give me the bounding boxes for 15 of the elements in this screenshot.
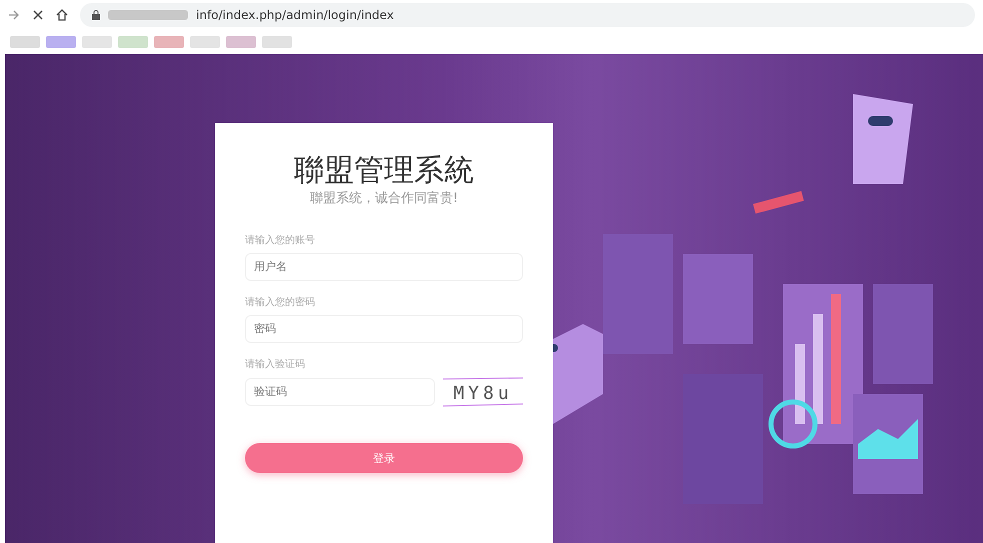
- home-icon[interactable]: [56, 9, 68, 21]
- captcha-field[interactable]: 验证码: [245, 378, 435, 406]
- field-label: 请输入验证码: [245, 358, 306, 371]
- address-bar[interactable]: info/index.php/admin/login/index: [80, 3, 975, 27]
- captcha-image: MY8u: [443, 377, 523, 407]
- close-icon[interactable]: [32, 9, 44, 21]
- lock-icon: [92, 10, 100, 20]
- field-label: 请输入您的账号: [245, 234, 316, 247]
- system-slogan: 聯盟系统，诚合作同富贵!: [308, 190, 460, 207]
- field-label: 请输入您的密码: [245, 296, 316, 309]
- password-field[interactable]: 密码: [245, 315, 523, 343]
- forward-icon[interactable]: [8, 9, 20, 21]
- username-field[interactable]: 用户名: [245, 253, 523, 281]
- system-title: 聯盟管理系統: [293, 153, 475, 189]
- url-text: info/index.php/admin/login/index: [196, 8, 394, 22]
